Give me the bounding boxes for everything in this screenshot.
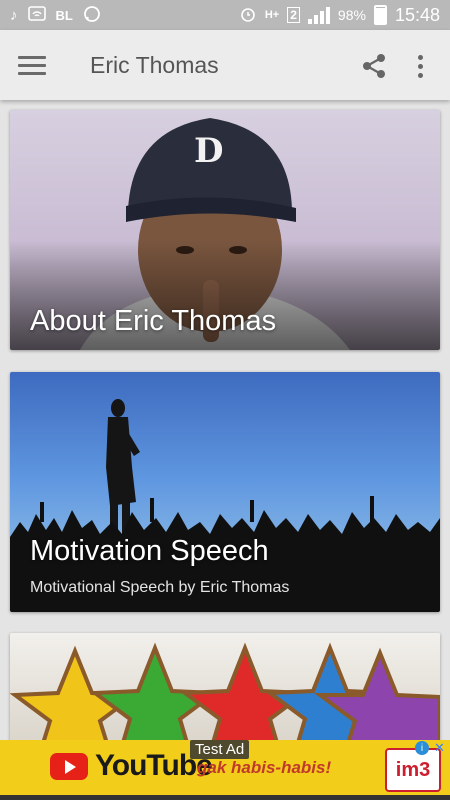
nav-bar-strip xyxy=(0,795,450,800)
card-title: Motivation Speech xyxy=(30,535,269,567)
youtube-play-icon xyxy=(50,753,88,780)
ad-banner[interactable]: YouTube gak habis-habis! Test Ad im3 i ✕ xyxy=(0,740,450,795)
status-bar: ♪ BL H+ 2 98% 15:48 xyxy=(0,0,450,30)
wifi-icon xyxy=(27,6,46,24)
hamburger-menu-icon[interactable] xyxy=(18,55,46,75)
card-subtitle: Motivational Speech by Eric Thomas xyxy=(30,579,290,596)
battery-percent: 98% xyxy=(337,7,366,23)
svg-text:D: D xyxy=(194,131,223,171)
ad-sponsor-logo: im3 xyxy=(385,748,441,792)
app-bar: Eric Thomas xyxy=(0,30,450,100)
card-motivation-speech[interactable]: Motivation Speech Motivational Speech by… xyxy=(10,372,440,612)
alarm-icon xyxy=(239,5,257,26)
app-title: Eric Thomas xyxy=(90,51,219,78)
battery-icon xyxy=(373,5,387,25)
test-ad-label: Test Ad xyxy=(190,740,250,759)
ad-close-icon[interactable]: ✕ xyxy=(434,740,445,756)
network-type-label: H+ xyxy=(264,9,280,21)
ad-slogan: gak habis-habis! xyxy=(197,758,332,777)
signal-strength-icon xyxy=(307,6,330,24)
card-about[interactable]: D About Eric Thomas xyxy=(10,110,440,350)
card-list: D About Eric Thomas Motivation Speech Mo… xyxy=(0,100,450,740)
music-note-icon: ♪ xyxy=(10,6,18,24)
share-icon[interactable] xyxy=(360,52,388,80)
sim-slot-badge: 2 xyxy=(287,7,300,23)
stars-image xyxy=(10,642,440,740)
crowd-silhouette-image xyxy=(10,399,440,612)
overflow-menu-icon[interactable] xyxy=(412,52,428,80)
bl-icon: BL xyxy=(55,7,73,23)
status-time: 15:48 xyxy=(394,4,440,25)
whatsapp-icon xyxy=(83,5,101,26)
status-right: H+ 2 98% 15:48 xyxy=(239,5,450,26)
status-left: ♪ BL xyxy=(0,5,101,26)
card-title: About Eric Thomas xyxy=(30,305,277,337)
ad-choices-icon[interactable]: i xyxy=(415,741,429,755)
card-third[interactable] xyxy=(10,633,440,740)
